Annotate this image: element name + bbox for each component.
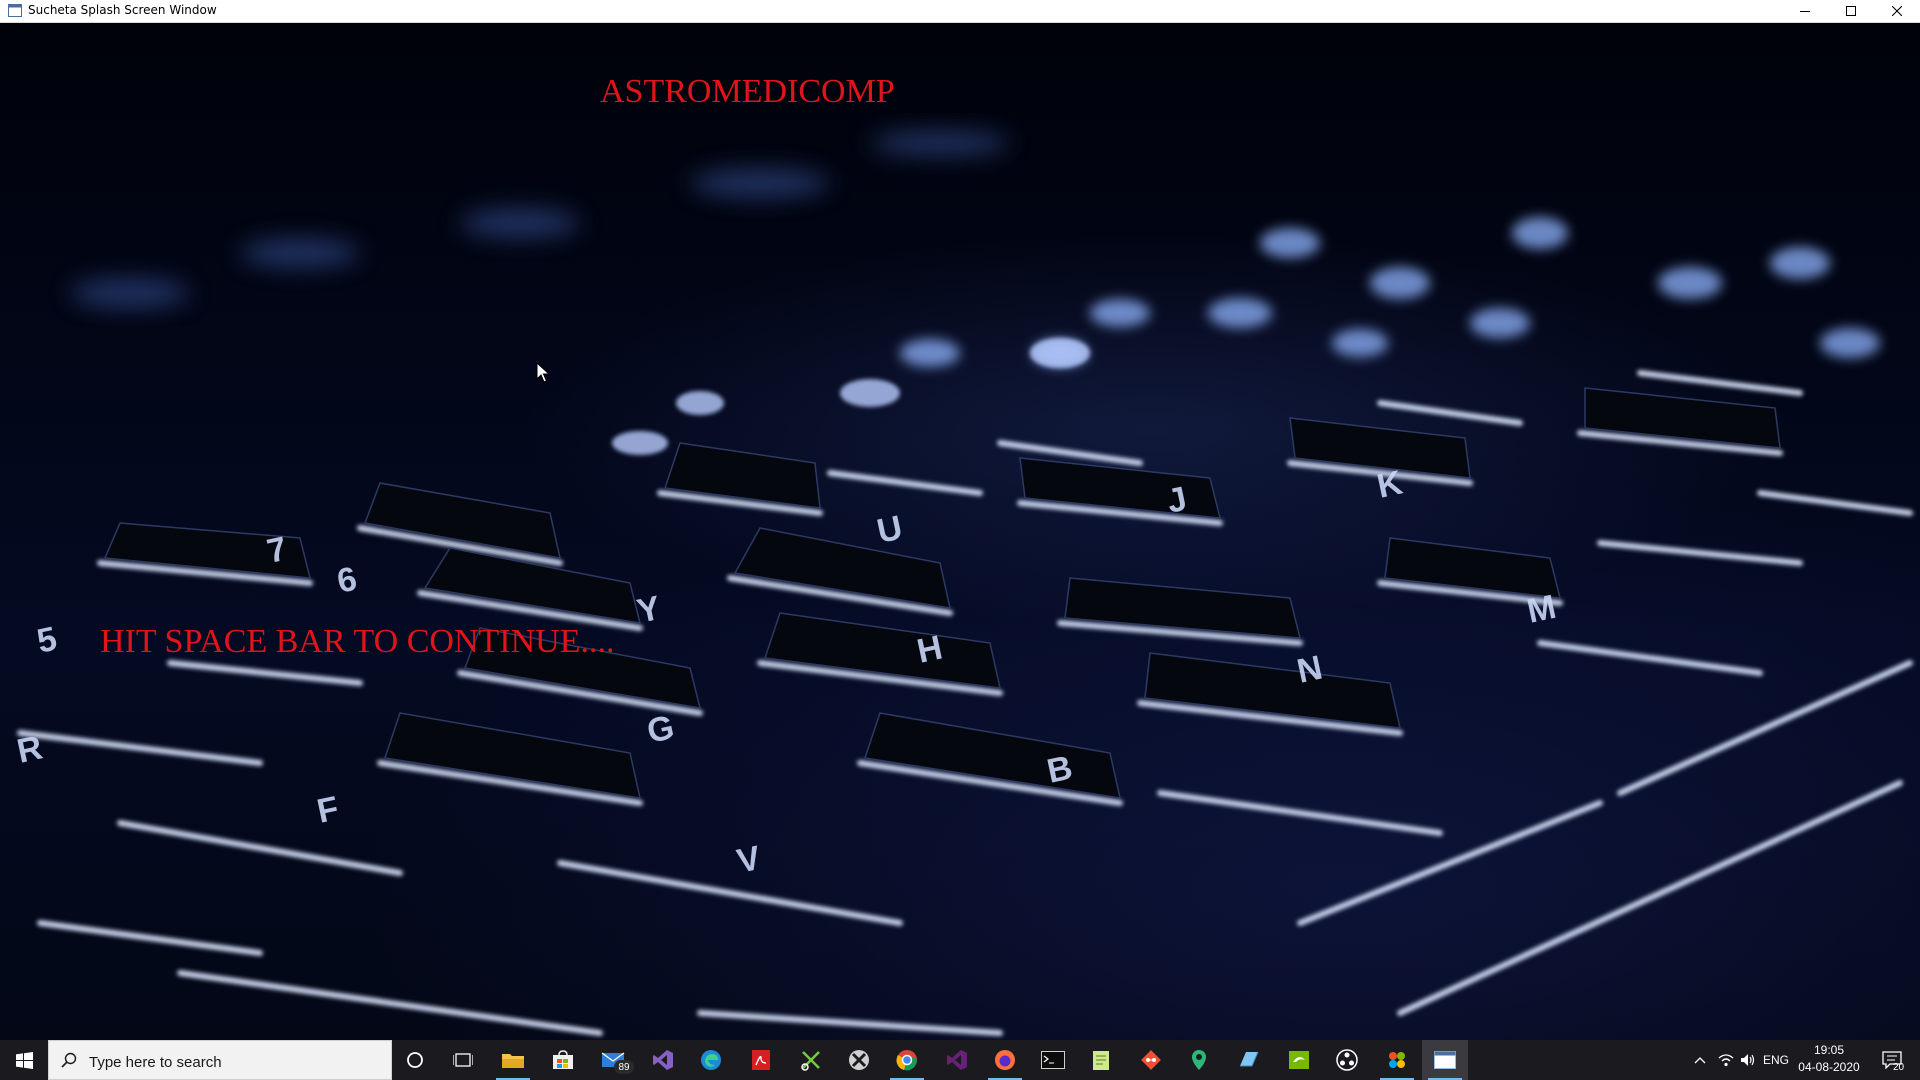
edge-button[interactable] bbox=[688, 1040, 734, 1080]
file-explorer-button[interactable] bbox=[490, 1040, 536, 1080]
clock-time: 19:05 bbox=[1813, 1043, 1845, 1057]
taskbar-clock[interactable]: 19:05 04-08-2020 bbox=[1793, 1042, 1865, 1076]
mouse-cursor-icon bbox=[536, 362, 550, 383]
obs-button[interactable] bbox=[1324, 1040, 1370, 1080]
svg-text:G: G bbox=[644, 708, 678, 751]
app-icon bbox=[8, 4, 22, 17]
store-button[interactable] bbox=[540, 1040, 586, 1080]
show-hidden-icons-button[interactable] bbox=[1690, 1040, 1710, 1080]
maps-icon bbox=[1192, 1050, 1206, 1070]
active-window-button[interactable] bbox=[1422, 1040, 1468, 1080]
volume-button[interactable] bbox=[1738, 1040, 1758, 1080]
acrobat-button[interactable] bbox=[738, 1040, 784, 1080]
search-input[interactable] bbox=[87, 1050, 381, 1074]
wifi-icon bbox=[1718, 1054, 1734, 1067]
file-explorer-icon bbox=[502, 1054, 524, 1068]
start-button[interactable] bbox=[0, 1040, 48, 1080]
notepad-button[interactable] bbox=[1078, 1040, 1124, 1080]
nvidia-icon bbox=[1289, 1051, 1309, 1069]
maps-button[interactable] bbox=[1176, 1040, 1222, 1080]
paint-button[interactable] bbox=[1226, 1040, 1272, 1080]
nvidia-button[interactable] bbox=[1276, 1040, 1322, 1080]
action-center-button[interactable] bbox=[1872, 1040, 1912, 1080]
network-button[interactable] bbox=[1716, 1040, 1736, 1080]
splash-heading: ASTROMEDICOMP bbox=[600, 73, 895, 110]
edge-icon bbox=[701, 1050, 721, 1070]
obs-icon bbox=[1336, 1049, 1358, 1071]
language-indicator[interactable]: ENG bbox=[1760, 1040, 1792, 1080]
terminal-button[interactable] bbox=[1030, 1040, 1076, 1080]
cortana-button[interactable] bbox=[392, 1040, 438, 1080]
keyboard-background-image: U J K H G N M B V Y 6 7 5 R F bbox=[14, 131, 1913, 1036]
mail-button[interactable]: 89 bbox=[590, 1040, 636, 1080]
notification-count: 20 bbox=[1893, 1062, 1905, 1073]
firefox-icon bbox=[995, 1050, 1015, 1070]
search-icon bbox=[61, 1052, 77, 1068]
maximize-icon bbox=[1846, 6, 1856, 16]
visual-studio-button[interactable] bbox=[640, 1040, 686, 1080]
svg-text:V: V bbox=[734, 839, 764, 881]
windows-logo-icon bbox=[15, 1051, 33, 1069]
git-icon bbox=[1141, 1050, 1161, 1070]
chrome-button[interactable] bbox=[884, 1040, 930, 1080]
paint-3d-button[interactable] bbox=[1374, 1040, 1420, 1080]
paint-3d-icon bbox=[1389, 1052, 1405, 1068]
close-button[interactable] bbox=[1874, 0, 1920, 22]
close-icon bbox=[1892, 6, 1902, 16]
svg-text:U: U bbox=[874, 509, 906, 551]
task-view-icon bbox=[453, 1053, 473, 1067]
window-title: Sucheta Splash Screen Window bbox=[28, 3, 217, 17]
clock-date: 04-08-2020 bbox=[1798, 1060, 1860, 1074]
visual-studio-2-button[interactable] bbox=[934, 1040, 980, 1080]
maximize-button[interactable] bbox=[1828, 0, 1874, 22]
svg-text:F: F bbox=[314, 789, 342, 830]
visual-studio-2-icon bbox=[947, 1050, 967, 1070]
minimize-icon bbox=[1800, 11, 1810, 12]
xbox-icon bbox=[849, 1050, 869, 1070]
mail-unread-badge: 89 bbox=[614, 1060, 634, 1074]
svg-text:6: 6 bbox=[334, 560, 360, 601]
git-button[interactable] bbox=[1128, 1040, 1174, 1080]
taskbar: 89 bbox=[0, 1040, 1920, 1080]
language-label: ENG bbox=[1762, 1053, 1789, 1067]
svg-text:5: 5 bbox=[34, 620, 60, 661]
xbox-button[interactable] bbox=[836, 1040, 882, 1080]
task-view-button[interactable] bbox=[440, 1040, 486, 1080]
title-bar[interactable]: Sucheta Splash Screen Window bbox=[0, 0, 1920, 23]
cortana-icon bbox=[407, 1052, 423, 1068]
visual-studio-icon bbox=[653, 1050, 673, 1070]
acrobat-icon bbox=[752, 1050, 770, 1070]
store-icon bbox=[553, 1050, 573, 1069]
minimize-button[interactable] bbox=[1782, 0, 1828, 22]
svg-text:Y: Y bbox=[634, 589, 664, 631]
chrome-icon bbox=[896, 1050, 917, 1071]
snip-button[interactable] bbox=[788, 1040, 834, 1080]
splash-screen[interactable]: U J K H G N M B V Y 6 7 5 R F ASTROMEDIC… bbox=[0, 23, 1920, 1040]
continue-prompt: HIT SPACE BAR TO CONTINUE.... bbox=[100, 623, 615, 660]
firefox-button[interactable] bbox=[982, 1040, 1028, 1080]
terminal-icon bbox=[1041, 1051, 1065, 1069]
taskbar-search-box[interactable] bbox=[48, 1040, 392, 1080]
volume-icon bbox=[1741, 1054, 1755, 1066]
active-window-icon bbox=[1434, 1051, 1456, 1069]
paint-icon bbox=[1240, 1051, 1259, 1067]
chevron-up-icon bbox=[1694, 1057, 1706, 1064]
notepad-icon bbox=[1093, 1051, 1109, 1070]
snipping-tool-icon bbox=[801, 1051, 820, 1071]
